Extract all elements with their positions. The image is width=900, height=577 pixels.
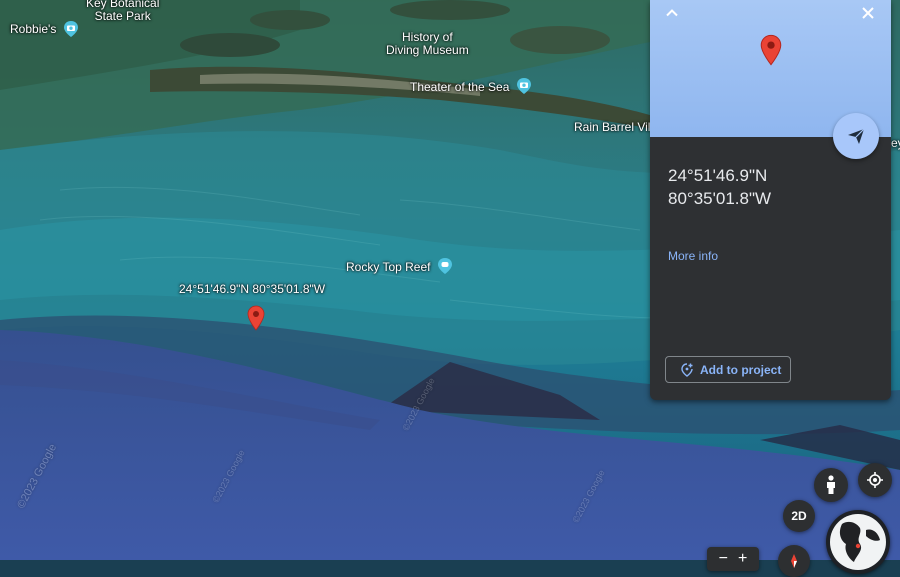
collapse-button[interactable] xyxy=(662,3,682,23)
label-key-botanical-state-park[interactable]: Key Botanical State Park xyxy=(86,0,159,23)
location-pin-icon xyxy=(760,34,782,66)
add-to-project-button[interactable]: Add to project xyxy=(665,356,791,383)
globe-icon xyxy=(830,514,886,570)
label-rain-barrel-village[interactable]: Rain Barrel Vil xyxy=(574,121,650,134)
location-pin-icon[interactable] xyxy=(247,305,265,331)
label-robbies[interactable]: Robbie's xyxy=(10,23,56,36)
toggle-2d-button[interactable]: 2D xyxy=(783,500,815,532)
street-view-button[interactable] xyxy=(814,468,848,502)
more-info-link[interactable]: More info xyxy=(668,249,718,263)
compass-icon xyxy=(791,554,797,568)
location-info-panel: 24°51'46.9"N 80°35'01.8"W More info Add … xyxy=(650,0,891,400)
close-button[interactable] xyxy=(858,3,878,23)
label-edge-partial: ey xyxy=(891,136,900,150)
label-rocky-top-reef[interactable]: Rocky Top Reef xyxy=(346,261,431,274)
add-location-icon xyxy=(681,362,693,377)
coordinates: 24°51'46.9"N 80°35'01.8"W xyxy=(668,164,771,210)
label-history-of-diving-museum[interactable]: History of Diving Museum xyxy=(386,31,469,57)
label-theater-of-the-sea[interactable]: Theater of the Sea xyxy=(410,81,509,94)
latitude: 24°51'46.9"N xyxy=(668,166,768,185)
my-location-button[interactable] xyxy=(858,463,892,497)
pegman-icon xyxy=(827,475,835,494)
diving-poi-icon[interactable] xyxy=(436,257,454,275)
globe-button[interactable] xyxy=(826,510,890,574)
longitude: 80°35'01.8"W xyxy=(668,189,772,208)
zoom-out-button[interactable]: − xyxy=(719,550,728,568)
chevron-up-icon xyxy=(666,9,678,17)
add-to-project-label: Add to project xyxy=(700,362,782,377)
camera-poi-icon[interactable] xyxy=(515,77,533,95)
zoom-in-button[interactable]: + xyxy=(738,550,747,568)
close-icon xyxy=(862,7,874,19)
send-icon xyxy=(848,128,865,144)
label-pin-coordinates: 24°51'46.9"N 80°35'01.8"W xyxy=(179,282,326,296)
compass-button[interactable] xyxy=(778,545,810,577)
crosshair-icon xyxy=(867,472,883,488)
zoom-controls: − + xyxy=(707,547,759,571)
share-button[interactable] xyxy=(833,113,879,159)
camera-poi-icon[interactable] xyxy=(62,20,80,38)
